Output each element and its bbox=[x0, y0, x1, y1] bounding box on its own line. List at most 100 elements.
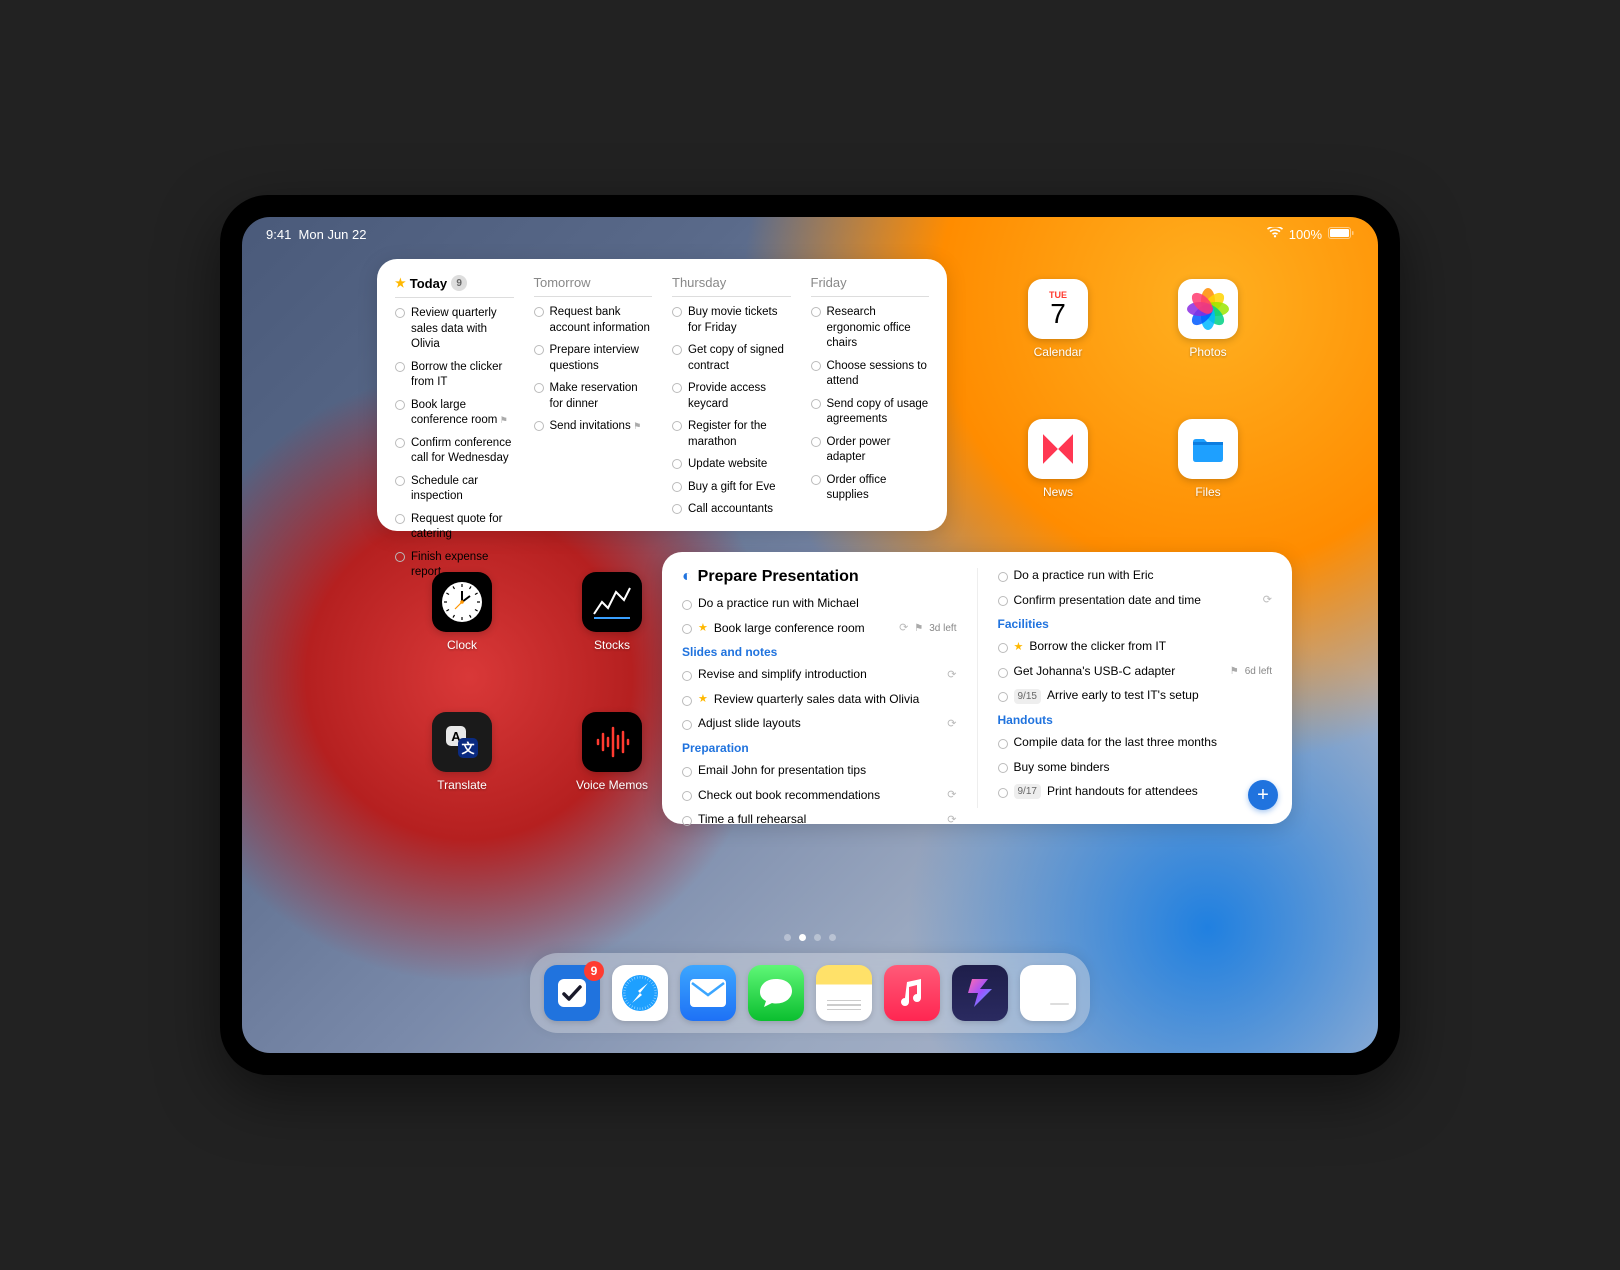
dock-folder[interactable] bbox=[1020, 965, 1076, 1021]
dock-music[interactable] bbox=[884, 965, 940, 1021]
task-checkbox[interactable] bbox=[682, 671, 692, 681]
task-checkbox[interactable] bbox=[395, 552, 405, 562]
task-item[interactable]: Buy movie tickets for Friday bbox=[672, 305, 791, 336]
task-item[interactable]: Buy a gift for Eve bbox=[672, 480, 791, 496]
task-item[interactable]: Prepare interview questions bbox=[534, 343, 653, 374]
task-item[interactable]: Schedule car inspection bbox=[395, 474, 514, 505]
task-checkbox[interactable] bbox=[811, 307, 821, 317]
task-checkbox[interactable] bbox=[998, 692, 1008, 702]
task-checkbox[interactable] bbox=[682, 600, 692, 610]
task-checkbox[interactable] bbox=[682, 816, 692, 826]
task-item[interactable]: Provide access keycard bbox=[672, 381, 791, 412]
app-files[interactable]: Files bbox=[1138, 419, 1278, 499]
calendar-icon[interactable]: TUE7 bbox=[1028, 279, 1088, 339]
project-task[interactable]: Revise and simplify introduction⟳ bbox=[682, 667, 957, 683]
forecast-column[interactable]: TomorrowRequest bank account information… bbox=[534, 275, 653, 515]
app-stocks[interactable]: Stocks bbox=[542, 572, 682, 652]
task-checkbox[interactable] bbox=[395, 514, 405, 524]
project-task[interactable]: 9/15Arrive early to test IT's setup bbox=[998, 688, 1273, 704]
app-news[interactable]: News bbox=[988, 419, 1128, 499]
project-task[interactable]: Time a full rehearsal⟳ bbox=[682, 812, 957, 828]
project-task[interactable]: Adjust slide layouts⟳ bbox=[682, 716, 957, 732]
task-item[interactable]: Choose sessions to attend bbox=[811, 359, 930, 390]
project-task[interactable]: Get Johanna's USB-C adapter⚑6d left bbox=[998, 664, 1273, 680]
task-checkbox[interactable] bbox=[998, 643, 1008, 653]
project-task[interactable]: Do a practice run with Michael bbox=[682, 596, 957, 612]
task-item[interactable]: Send invitations ⚑ bbox=[534, 419, 653, 435]
task-item[interactable]: Get copy of signed contract bbox=[672, 343, 791, 374]
voice-icon[interactable] bbox=[582, 712, 642, 772]
task-checkbox[interactable] bbox=[682, 624, 692, 634]
forecast-column[interactable]: FridayResearch ergonomic office chairsCh… bbox=[811, 275, 930, 515]
task-item[interactable]: Order power adapter bbox=[811, 435, 930, 466]
project-task[interactable]: Do a practice run with Eric bbox=[998, 568, 1273, 584]
forecast-widget[interactable]: ★Today9Review quarterly sales data with … bbox=[377, 259, 947, 531]
task-checkbox[interactable] bbox=[998, 763, 1008, 773]
forecast-column[interactable]: ThursdayBuy movie tickets for FridayGet … bbox=[672, 275, 791, 515]
clock-icon[interactable] bbox=[432, 572, 492, 632]
page-dot[interactable] bbox=[829, 934, 836, 941]
task-checkbox[interactable] bbox=[395, 362, 405, 372]
task-checkbox[interactable] bbox=[682, 767, 692, 777]
task-checkbox[interactable] bbox=[682, 791, 692, 801]
task-checkbox[interactable] bbox=[534, 383, 544, 393]
add-task-button[interactable]: + bbox=[1248, 780, 1278, 810]
dock-notes[interactable] bbox=[816, 965, 872, 1021]
task-checkbox[interactable] bbox=[811, 437, 821, 447]
project-task[interactable]: Email John for presentation tips bbox=[682, 763, 957, 779]
page-dot[interactable] bbox=[799, 934, 806, 941]
task-checkbox[interactable] bbox=[672, 345, 682, 355]
task-checkbox[interactable] bbox=[672, 307, 682, 317]
task-checkbox[interactable] bbox=[672, 482, 682, 492]
task-checkbox[interactable] bbox=[672, 459, 682, 469]
task-item[interactable]: Request quote for catering bbox=[395, 512, 514, 543]
dock-msg[interactable] bbox=[748, 965, 804, 1021]
task-item[interactable]: Request bank account information bbox=[534, 305, 653, 336]
task-checkbox[interactable] bbox=[682, 696, 692, 706]
task-item[interactable]: Order office supplies bbox=[811, 473, 930, 504]
dock-things[interactable]: 9 bbox=[544, 965, 600, 1021]
files-icon[interactable] bbox=[1178, 419, 1238, 479]
task-checkbox[interactable] bbox=[998, 788, 1008, 798]
task-checkbox[interactable] bbox=[672, 421, 682, 431]
app-voice[interactable]: Voice Memos bbox=[542, 712, 682, 792]
task-checkbox[interactable] bbox=[998, 572, 1008, 582]
page-dot[interactable] bbox=[784, 934, 791, 941]
task-checkbox[interactable] bbox=[811, 475, 821, 485]
task-checkbox[interactable] bbox=[998, 596, 1008, 606]
project-task[interactable]: Confirm presentation date and time⟳ bbox=[998, 593, 1273, 609]
home-screen[interactable]: 9:41 Mon Jun 22 100% ★Today9Review quart… bbox=[242, 217, 1378, 1053]
task-item[interactable]: Borrow the clicker from IT bbox=[395, 360, 514, 391]
task-checkbox[interactable] bbox=[998, 668, 1008, 678]
task-checkbox[interactable] bbox=[534, 307, 544, 317]
task-checkbox[interactable] bbox=[395, 438, 405, 448]
app-photos[interactable]: Photos bbox=[1138, 279, 1278, 359]
project-task[interactable]: ★Book large conference room⟳⚑3d left bbox=[682, 621, 957, 637]
task-checkbox[interactable] bbox=[534, 421, 544, 431]
project-task[interactable]: Compile data for the last three months bbox=[998, 735, 1273, 751]
task-item[interactable]: Call accountants bbox=[672, 502, 791, 518]
task-checkbox[interactable] bbox=[682, 720, 692, 730]
dock-shortcuts[interactable] bbox=[952, 965, 1008, 1021]
task-item[interactable]: Research ergonomic office chairs bbox=[811, 305, 930, 352]
translate-icon[interactable]: A文 bbox=[432, 712, 492, 772]
stocks-icon[interactable] bbox=[582, 572, 642, 632]
page-indicator[interactable] bbox=[784, 934, 836, 941]
forecast-column[interactable]: ★Today9Review quarterly sales data with … bbox=[395, 275, 514, 515]
app-calendar[interactable]: TUE7Calendar bbox=[988, 279, 1128, 359]
app-translate[interactable]: A文Translate bbox=[392, 712, 532, 792]
task-item[interactable]: Update website bbox=[672, 457, 791, 473]
task-item[interactable]: Review quarterly sales data with Olivia bbox=[395, 306, 514, 353]
project-task[interactable]: 9/17Print handouts for attendees bbox=[998, 784, 1273, 800]
task-item[interactable]: Register for the marathon bbox=[672, 419, 791, 450]
project-task[interactable]: Check out book recommendations⟳ bbox=[682, 788, 957, 804]
task-item[interactable]: Book large conference room ⚑ bbox=[395, 398, 514, 429]
project-task[interactable]: Buy some binders bbox=[998, 760, 1273, 776]
dock-safari[interactable] bbox=[612, 965, 668, 1021]
dock-mail[interactable] bbox=[680, 965, 736, 1021]
app-clock[interactable]: Clock bbox=[392, 572, 532, 652]
news-icon[interactable] bbox=[1028, 419, 1088, 479]
project-widget[interactable]: ◐ Prepare Presentation Do a practice run… bbox=[662, 552, 1292, 824]
task-item[interactable]: Send copy of usage agreements bbox=[811, 397, 930, 428]
task-checkbox[interactable] bbox=[395, 308, 405, 318]
